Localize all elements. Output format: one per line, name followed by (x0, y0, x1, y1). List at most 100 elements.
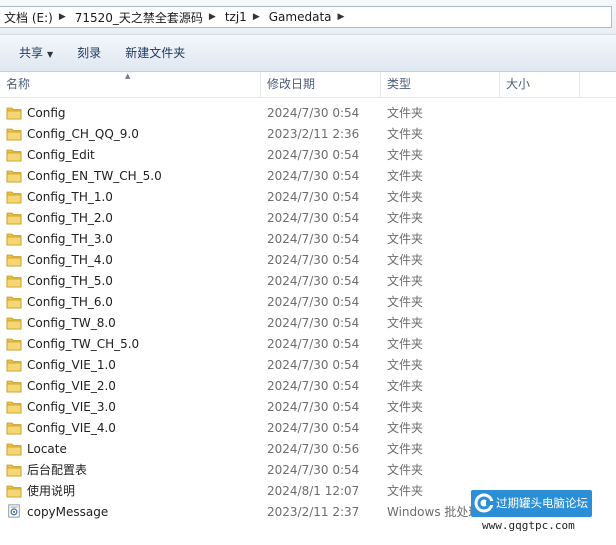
file-type: 文件夹 (387, 295, 424, 309)
file-date: 2024/7/30 0:54 (267, 232, 360, 246)
file-name: Config_TH_3.0 (27, 232, 113, 246)
watermark-url: www.gqgtpc.com (482, 519, 575, 532)
file-type: 文件夹 (387, 106, 424, 120)
file-type: 文件夹 (387, 442, 424, 456)
column-header-size[interactable]: 大小 (500, 72, 580, 97)
file-row[interactable]: Config_CH_QQ_9.0 2023/2/11 2:36 文件夹 (0, 124, 616, 145)
file-row[interactable]: Config_VIE_2.0 2024/7/30 0:54 文件夹 (0, 376, 616, 397)
file-list: Config 2024/7/30 0:54 文件夹 Config_CH_QQ_9.0… (0, 103, 616, 523)
file-date: 2024/7/30 0:54 (267, 295, 360, 309)
file-name: 使用说明 (27, 484, 76, 498)
column-header: 名称 修改日期 类型 大小 (0, 72, 616, 98)
file-date: 2024/7/30 0:54 (267, 169, 360, 183)
column-header-date[interactable]: 修改日期 (261, 72, 381, 97)
file-date: 2024/7/30 0:54 (267, 358, 360, 372)
watermark-text: 过期罐头电脑论坛 (496, 496, 588, 510)
file-name: Config_CH_QQ_9.0 (27, 127, 139, 141)
file-type: 文件夹 (387, 274, 424, 288)
file-row[interactable]: Config_TH_3.0 2024/7/30 0:54 文件夹 (0, 229, 616, 250)
file-name: Config_VIE_3.0 (27, 400, 116, 414)
file-row[interactable]: Config_TH_1.0 2024/7/30 0:54 文件夹 (0, 187, 616, 208)
file-date: 2024/7/30 0:54 (267, 253, 360, 267)
file-type: 文件夹 (387, 463, 424, 477)
breadcrumb-separator-icon[interactable]: ▶ (56, 12, 71, 22)
file-date: 2024/7/30 0:54 (267, 148, 360, 162)
file-row[interactable]: Config_VIE_1.0 2024/7/30 0:54 文件夹 (0, 355, 616, 376)
file-name: Config_TH_1.0 (27, 190, 113, 204)
file-date: 2023/2/11 2:36 (267, 127, 360, 141)
file-name: Config_VIE_2.0 (27, 379, 116, 393)
file-type: 文件夹 (387, 253, 424, 267)
file-name: Config_TH_6.0 (27, 295, 113, 309)
breadcrumb[interactable]: 文档 (E:) ▶ 71520_天之禁全套源码 ▶ tzj1 ▶ Gamedat… (0, 6, 612, 28)
burn-button[interactable]: 刻录 (65, 41, 113, 65)
address-bar[interactable]: 文档 (E:) ▶ 71520_天之禁全套源码 ▶ tzj1 ▶ Gamedat… (0, 0, 616, 35)
file-date: 2024/7/30 0:54 (267, 379, 360, 393)
file-date: 2024/7/30 0:54 (267, 316, 360, 330)
file-date: 2024/7/30 0:54 (267, 190, 360, 204)
file-type: 文件夹 (387, 400, 424, 414)
file-row[interactable]: Locate 2024/7/30 0:56 文件夹 (0, 439, 616, 460)
share-button-label: 共享 (19, 46, 44, 60)
file-date: 2024/7/30 0:54 (267, 463, 360, 477)
breadcrumb-separator-icon[interactable]: ▶ (206, 12, 221, 22)
file-name: Config_TH_5.0 (27, 274, 113, 288)
breadcrumb-source-folder[interactable]: 71520_天之禁全套源码 (71, 9, 206, 26)
file-row[interactable]: 后台配置表 2024/7/30 0:54 文件夹 (0, 460, 616, 481)
file-name: 后台配置表 (27, 463, 88, 477)
breadcrumb-gamedata[interactable]: Gamedata (265, 10, 335, 24)
file-type: 文件夹 (387, 148, 424, 162)
file-date: 2024/7/30 0:54 (267, 400, 360, 414)
new-folder-button-label: 新建文件夹 (125, 46, 186, 60)
forum-logo-icon (474, 493, 495, 513)
file-name: copyMessage (27, 505, 109, 519)
file-date: 2024/7/30 0:54 (267, 421, 360, 435)
file-type: Windows 批处理 (387, 505, 481, 519)
column-header-name[interactable]: 名称 (0, 72, 261, 97)
file-date: 2023/2/11 2:37 (267, 505, 360, 519)
sort-ascending-icon: ▲ (125, 72, 131, 80)
forum-watermark: 过期罐头电脑论坛 (471, 490, 592, 517)
file-type: 文件夹 (387, 337, 424, 351)
file-type: 文件夹 (387, 232, 424, 246)
file-name: Config_EN_TW_CH_5.0 (27, 169, 162, 183)
file-row[interactable]: Config_EN_TW_CH_5.0 2024/7/30 0:54 文件夹 (0, 166, 616, 187)
file-type: 文件夹 (387, 127, 424, 141)
burn-button-label: 刻录 (77, 46, 102, 60)
file-name: Config_VIE_1.0 (27, 358, 116, 372)
file-name: Locate (27, 442, 67, 456)
breadcrumb-separator-icon[interactable]: ▶ (335, 12, 350, 22)
file-name: Config_TH_2.0 (27, 211, 113, 225)
file-name: Config_TW_CH_5.0 (27, 337, 140, 351)
breadcrumb-tzj1[interactable]: tzj1 (221, 10, 250, 24)
file-date: 2024/7/30 0:54 (267, 211, 360, 225)
file-type: 文件夹 (387, 169, 424, 183)
share-button[interactable]: 共享 ▼ (0, 41, 65, 65)
file-type: 文件夹 (387, 211, 424, 225)
file-date: 2024/8/1 12:07 (267, 484, 360, 498)
file-date: 2024/7/30 0:56 (267, 442, 360, 456)
file-type: 文件夹 (387, 358, 424, 372)
file-row[interactable]: Config_TW_CH_5.0 2024/7/30 0:54 文件夹 (0, 334, 616, 355)
chevron-down-icon: ▼ (47, 50, 54, 59)
file-name: Config_Edit (27, 148, 95, 162)
file-row[interactable]: Config_TW_8.0 2024/7/30 0:54 文件夹 (0, 313, 616, 334)
file-type: 文件夹 (387, 421, 424, 435)
file-date: 2024/7/30 0:54 (267, 337, 360, 351)
file-row[interactable]: Config_TH_5.0 2024/7/30 0:54 文件夹 (0, 271, 616, 292)
file-row[interactable]: Config 2024/7/30 0:54 文件夹 (0, 103, 616, 124)
file-row[interactable]: Config_Edit 2024/7/30 0:54 文件夹 (0, 145, 616, 166)
breadcrumb-separator-icon[interactable]: ▶ (250, 12, 265, 22)
file-row[interactable]: Config_VIE_3.0 2024/7/30 0:54 文件夹 (0, 397, 616, 418)
file-row[interactable]: Config_TH_4.0 2024/7/30 0:54 文件夹 (0, 250, 616, 271)
column-header-type[interactable]: 类型 (381, 72, 500, 97)
command-toolbar: 共享 ▼ 刻录 新建文件夹 (0, 35, 616, 72)
file-name: Config_TH_4.0 (27, 253, 113, 267)
file-row[interactable]: Config_TH_6.0 2024/7/30 0:54 文件夹 (0, 292, 616, 313)
breadcrumb-drive[interactable]: 文档 (E:) (0, 9, 56, 26)
file-row[interactable]: Config_TH_2.0 2024/7/30 0:54 文件夹 (0, 208, 616, 229)
new-folder-button[interactable]: 新建文件夹 (113, 41, 197, 65)
file-row[interactable]: Config_VIE_4.0 2024/7/30 0:54 文件夹 (0, 418, 616, 439)
file-type: 文件夹 (387, 316, 424, 330)
file-type: 文件夹 (387, 379, 424, 393)
